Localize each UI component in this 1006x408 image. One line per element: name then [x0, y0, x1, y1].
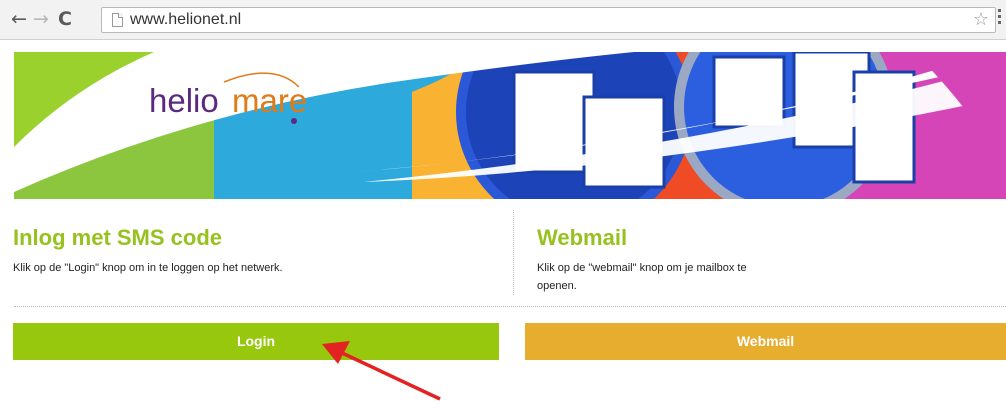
vertical-divider [513, 210, 514, 295]
page-icon [112, 13, 123, 27]
bookmark-star-icon[interactable]: ☆ [973, 9, 989, 30]
url-text[interactable]: www.helionet.nl [130, 11, 241, 29]
browser-toolbar: ← → C www.helionet.nl ☆ [0, 0, 1006, 40]
svg-text:helio: helio [149, 82, 219, 119]
reload-icon[interactable]: C [54, 8, 76, 30]
svg-text:mare: mare [232, 82, 307, 119]
back-arrow-icon[interactable]: ← [8, 8, 30, 30]
browser-menu-icon[interactable] [998, 9, 1002, 29]
webmail-section-description-line1: Klik op de "webmail" knop om je mailbox … [537, 262, 747, 274]
horizontal-divider [14, 306, 1006, 307]
webmail-section-title: Webmail [537, 225, 628, 250]
header-banner: helio mare [14, 52, 1006, 199]
forward-arrow-icon[interactable]: → [30, 8, 52, 30]
address-bar[interactable]: www.helionet.nl ☆ [101, 7, 996, 33]
login-section-description: Klik op de "Login" knop om in te loggen … [13, 262, 283, 274]
login-section-title: Inlog met SMS code [13, 225, 223, 250]
webmail-section-description-line2: openen. [537, 280, 577, 292]
login-button[interactable]: Login [13, 323, 499, 360]
webmail-button[interactable]: Webmail [525, 323, 1006, 360]
